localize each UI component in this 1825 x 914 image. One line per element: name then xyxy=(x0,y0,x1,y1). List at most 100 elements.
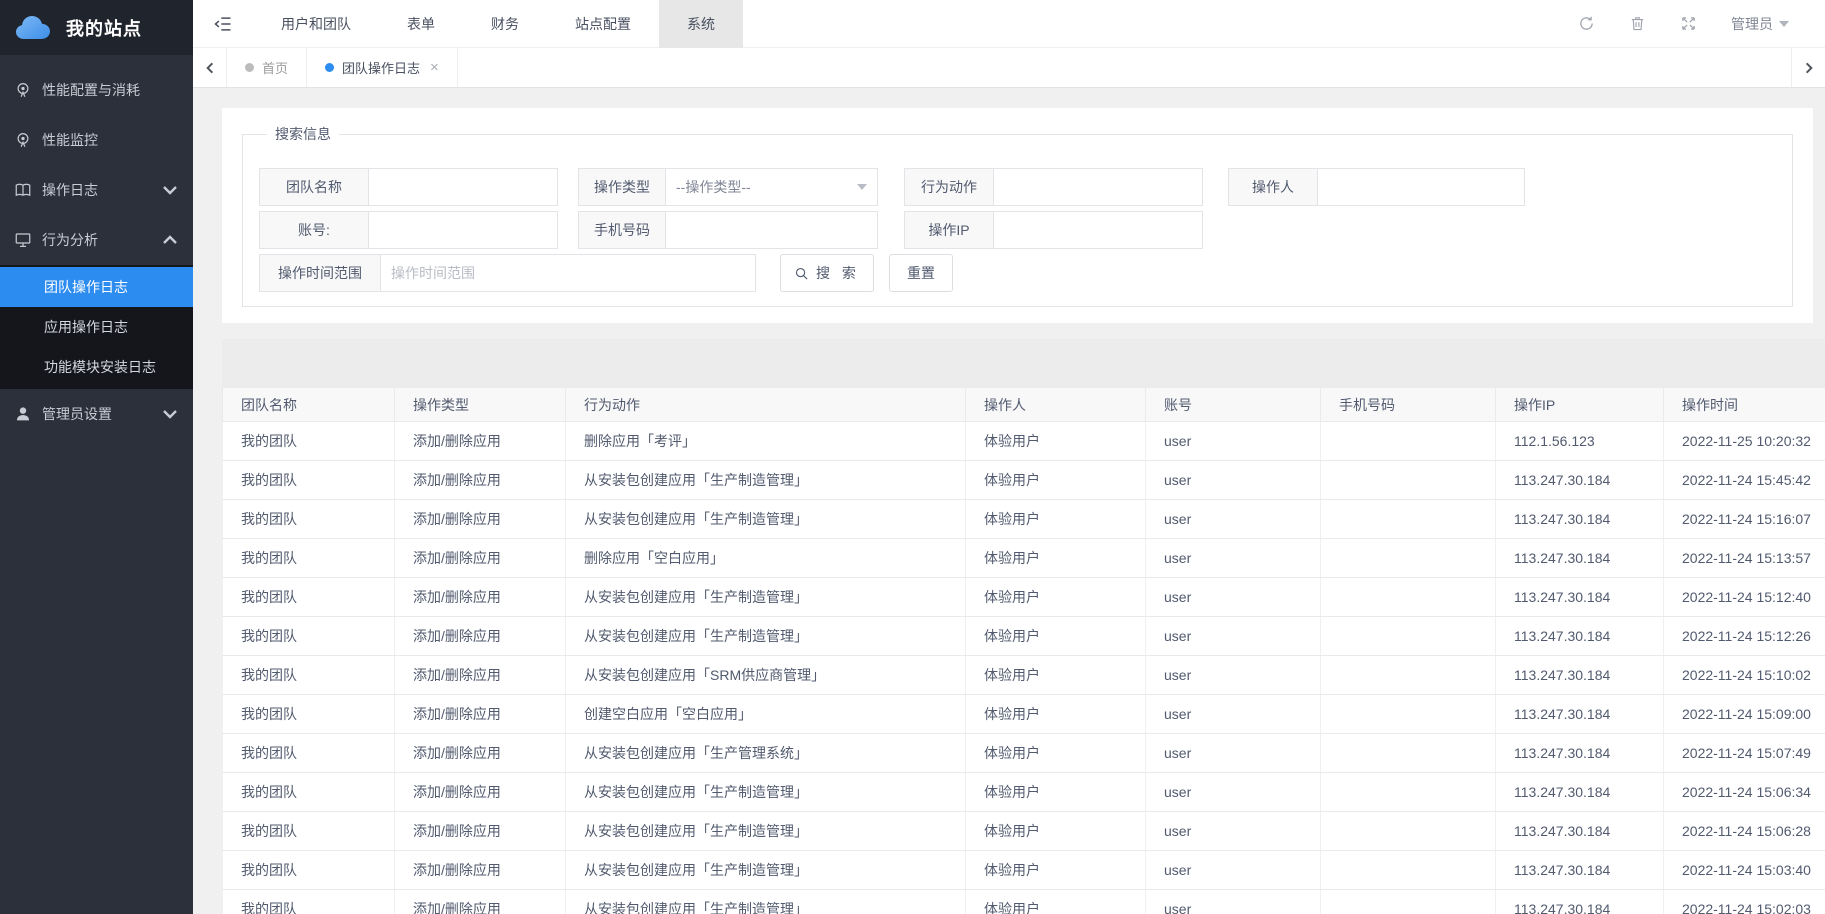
tab-dot xyxy=(325,63,334,72)
reset-button-label: 重置 xyxy=(907,263,935,283)
page-content: 搜索信息 团队名称 操作类型 --操作类型-- xyxy=(193,88,1825,914)
table-cell: 从安装包创建应用「生产制造管理」 xyxy=(566,500,966,539)
reset-button[interactable]: 重置 xyxy=(889,254,953,292)
table-row: 我的团队添加/删除应用从安装包创建应用「生产制造管理」体验用户user113.2… xyxy=(223,500,1825,539)
refresh-icon[interactable] xyxy=(1578,15,1595,32)
table-toolbar xyxy=(222,339,1825,387)
select-value: --操作类型-- xyxy=(676,177,751,197)
team-name-input[interactable] xyxy=(368,168,558,206)
sidebar-subitem-module-install-log[interactable]: 功能模块安装日志 xyxy=(0,347,193,387)
table-cell: 112.1.56.123 xyxy=(1496,422,1664,461)
table-cell: 从安装包创建应用「生产制造管理」 xyxy=(566,773,966,812)
table-cell: 添加/删除应用 xyxy=(395,539,566,578)
tab-home[interactable]: 首页 xyxy=(227,48,307,87)
column-header: 账号 xyxy=(1146,388,1321,422)
table-row: 我的团队添加/删除应用删除应用「空白应用」体验用户user113.247.30.… xyxy=(223,539,1825,578)
table-cell: 体验用户 xyxy=(966,539,1146,578)
action-input[interactable] xyxy=(993,168,1203,206)
table-cell: 113.247.30.184 xyxy=(1496,578,1664,617)
search-icon xyxy=(794,266,809,281)
table-cell: 我的团队 xyxy=(223,695,395,734)
table-cell: 从安装包创建应用「生产制造管理」 xyxy=(566,578,966,617)
sidebar-item-performance-config[interactable]: 性能配置与消耗 xyxy=(0,65,193,115)
table-body: 我的团队添加/删除应用删除应用「考评」体验用户user112.1.56.1232… xyxy=(223,422,1825,914)
table-cell: 体验用户 xyxy=(966,656,1146,695)
sidebar-subitem-team-operation-log[interactable]: 团队操作日志 xyxy=(0,267,193,307)
chevron-down-icon xyxy=(857,184,867,190)
tab-team-operation-log[interactable]: 团队操作日志 × xyxy=(307,48,458,87)
table-cell: 2022-11-24 15:06:28 xyxy=(1664,812,1825,851)
column-header: 操作人 xyxy=(966,388,1146,422)
table-cell: 添加/删除应用 xyxy=(395,734,566,773)
table-cell: 113.247.30.184 xyxy=(1496,890,1664,914)
sidebar-item-admin-settings[interactable]: 管理员设置 xyxy=(0,389,193,439)
chevron-right-icon xyxy=(1802,61,1816,75)
field-label: 团队名称 xyxy=(259,168,369,206)
table-cell: 添加/删除应用 xyxy=(395,812,566,851)
sidebar-item-behavior-analysis[interactable]: 行为分析 xyxy=(0,215,193,265)
table-cell: 添加/删除应用 xyxy=(395,851,566,890)
table-cell: 添加/删除应用 xyxy=(395,500,566,539)
phone-input[interactable] xyxy=(665,211,878,249)
table-cell: 体验用户 xyxy=(966,617,1146,656)
sidebar-subitem-app-operation-log[interactable]: 应用操作日志 xyxy=(0,307,193,347)
table-cell: user xyxy=(1146,422,1321,461)
table-cell: 113.247.30.184 xyxy=(1496,773,1664,812)
field-label: 操作IP xyxy=(904,211,994,249)
table-cell: 2022-11-25 10:20:32 xyxy=(1664,422,1825,461)
admin-dropdown[interactable]: 管理员 xyxy=(1731,14,1789,34)
table-cell xyxy=(1321,734,1496,773)
table-cell xyxy=(1321,656,1496,695)
nav-item-users-teams[interactable]: 用户和团队 xyxy=(253,0,379,48)
form-row-1: 团队名称 操作类型 --操作类型-- xyxy=(259,168,1774,206)
header-actions: 管理员 xyxy=(1578,14,1825,34)
table-cell: 我的团队 xyxy=(223,461,395,500)
field-phone: 手机号码 xyxy=(578,211,878,249)
sidebar-item-performance-monitor[interactable]: 性能监控 xyxy=(0,115,193,165)
sidebar: 我的站点 性能配置与消耗 性能监控 操作日志 xyxy=(0,0,193,914)
operation-ip-input[interactable] xyxy=(993,211,1203,249)
field-label: 操作人 xyxy=(1228,168,1318,206)
nav-item-site-config[interactable]: 站点配置 xyxy=(547,0,659,48)
sidebar-collapse-button[interactable] xyxy=(193,14,253,34)
table-cell: 2022-11-24 15:02:03 xyxy=(1664,890,1825,914)
field-team-name: 团队名称 xyxy=(259,168,558,206)
table-cell: user xyxy=(1146,461,1321,500)
nav-item-forms[interactable]: 表单 xyxy=(379,0,463,48)
operation-type-select[interactable]: --操作类型-- xyxy=(665,168,878,206)
table-cell: 我的团队 xyxy=(223,539,395,578)
table-cell: 2022-11-24 15:16:07 xyxy=(1664,500,1825,539)
nav-item-label: 表单 xyxy=(407,14,435,34)
table-cell: 从安装包创建应用「生产制造管理」 xyxy=(566,812,966,851)
form-row-3: 操作时间范围 搜 索 重置 xyxy=(259,254,1774,292)
time-range-input[interactable] xyxy=(380,254,756,292)
tabs-scroll-left-button[interactable] xyxy=(193,48,227,87)
field-operation-type: 操作类型 --操作类型-- xyxy=(578,168,878,206)
operator-input[interactable] xyxy=(1317,168,1525,206)
trash-icon[interactable] xyxy=(1629,15,1646,32)
app-root: 我的站点 性能配置与消耗 性能监控 操作日志 xyxy=(0,0,1825,914)
table-cell: 添加/删除应用 xyxy=(395,461,566,500)
tab-close-icon[interactable]: × xyxy=(430,59,439,76)
tab-label: 团队操作日志 xyxy=(342,58,420,77)
table-cell: 体验用户 xyxy=(966,890,1146,914)
nav-item-system[interactable]: 系统 xyxy=(659,0,743,48)
nav-item-finance[interactable]: 财务 xyxy=(463,0,547,48)
table-row: 我的团队添加/删除应用从安装包创建应用「SRM供应商管理」体验用户user113… xyxy=(223,656,1825,695)
table-cell: 2022-11-24 15:09:00 xyxy=(1664,695,1825,734)
table-cell: user xyxy=(1146,851,1321,890)
menu-fold-icon xyxy=(213,14,233,34)
sidebar-item-operation-logs[interactable]: 操作日志 xyxy=(0,165,193,215)
fullscreen-icon[interactable] xyxy=(1680,15,1697,32)
tabs-scroll-right-button[interactable] xyxy=(1791,48,1825,87)
table-cell: 2022-11-24 15:10:02 xyxy=(1664,656,1825,695)
field-label: 操作类型 xyxy=(578,168,666,206)
top-nav: 用户和团队 表单 财务 站点配置 系统 xyxy=(253,0,743,48)
account-input[interactable] xyxy=(368,211,558,249)
table-cell: user xyxy=(1146,539,1321,578)
table-cell: 113.247.30.184 xyxy=(1496,812,1664,851)
table-cell: 添加/删除应用 xyxy=(395,656,566,695)
table-cell: user xyxy=(1146,500,1321,539)
search-button[interactable]: 搜 索 xyxy=(780,254,874,292)
table-cell: 从安装包创建应用「生产制造管理」 xyxy=(566,851,966,890)
